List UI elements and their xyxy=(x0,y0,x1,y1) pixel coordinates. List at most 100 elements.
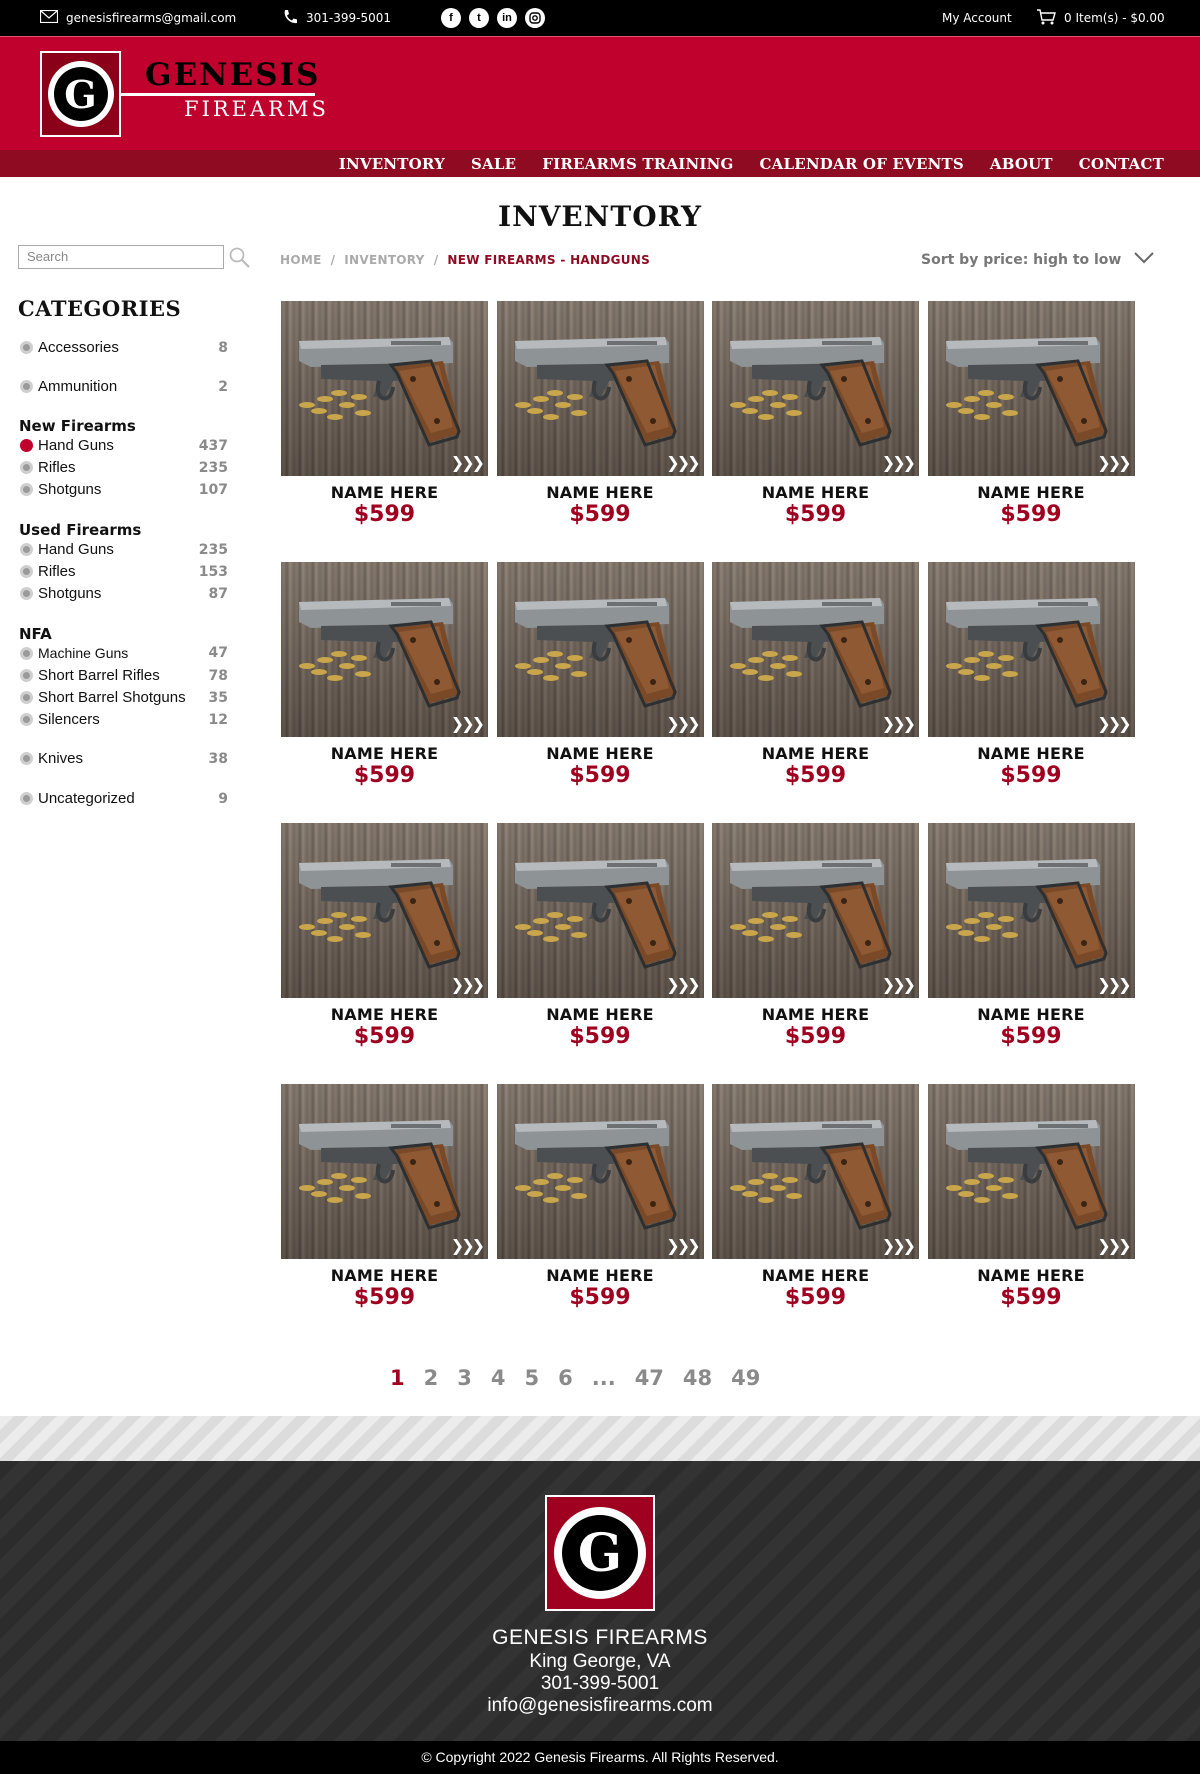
product-card[interactable]: ❯❯❯ NAME HERE $599 xyxy=(281,301,488,542)
pagination-page[interactable]: 1 xyxy=(390,1366,405,1390)
product-card[interactable]: ❯❯❯ NAME HERE $599 xyxy=(496,1084,704,1325)
my-account-link[interactable]: My Account xyxy=(942,0,1012,36)
product-card[interactable]: ❯❯❯ NAME HERE $599 xyxy=(496,562,704,803)
product-name[interactable]: NAME HERE xyxy=(281,744,488,763)
product-card[interactable]: ❯❯❯ NAME HERE $599 xyxy=(712,562,919,803)
product-name[interactable]: NAME HERE xyxy=(928,744,1135,763)
search-input[interactable]: Search xyxy=(18,245,224,269)
logo-wordmark-genesis: GENESIS xyxy=(145,57,321,93)
product-name[interactable]: NAME HERE xyxy=(281,1266,488,1285)
product-name[interactable]: NAME HERE xyxy=(712,483,919,502)
product-image[interactable]: ❯❯❯ xyxy=(281,301,488,476)
footer-logo[interactable]: G xyxy=(545,1495,655,1611)
product-image[interactable]: ❯❯❯ xyxy=(712,301,919,476)
product-card[interactable]: ❯❯❯ NAME HERE $599 xyxy=(281,823,488,1064)
product-image[interactable]: ❯❯❯ xyxy=(927,562,1135,737)
breadcrumb-inventory[interactable]: INVENTORY xyxy=(344,253,424,267)
category-label: Rifles xyxy=(38,459,76,476)
pagination-page[interactable]: 3 xyxy=(457,1366,472,1390)
category-item[interactable]: Ammunition 2 xyxy=(20,378,228,395)
product-name[interactable]: NAME HERE xyxy=(497,744,704,763)
pagination-page[interactable]: 4 xyxy=(491,1366,506,1390)
category-item[interactable]: Knives 38 xyxy=(20,750,228,767)
product-image[interactable]: ❯❯❯ xyxy=(927,1084,1135,1259)
category-item[interactable]: Machine Guns 47 xyxy=(20,645,228,661)
product-image[interactable]: ❯❯❯ xyxy=(712,562,919,737)
product-card[interactable]: ❯❯❯ NAME HERE $599 xyxy=(712,823,919,1064)
linkedin-icon[interactable]: in xyxy=(497,8,517,28)
product-card[interactable]: ❯❯❯ NAME HERE $599 xyxy=(496,301,704,542)
category-item[interactable]: Silencers 12 xyxy=(20,711,228,728)
search-icon[interactable] xyxy=(228,246,252,270)
product-name[interactable]: NAME HERE xyxy=(712,1266,919,1285)
product-card[interactable]: ❯❯❯ NAME HERE $599 xyxy=(927,301,1135,542)
category-item[interactable]: Short Barrel Rifles 78 xyxy=(20,667,228,684)
product-name[interactable]: NAME HERE xyxy=(928,483,1135,502)
product-image[interactable]: ❯❯❯ xyxy=(712,823,919,998)
category-item[interactable]: Hand Guns 235 xyxy=(20,541,228,558)
category-item[interactable]: Short Barrel Shotguns 35 xyxy=(20,689,228,706)
category-item[interactable]: Shotguns 107 xyxy=(20,481,228,498)
category-item[interactable]: Rifles 235 xyxy=(20,459,228,476)
pagination-page[interactable]: 48 xyxy=(683,1366,712,1390)
product-image[interactable]: ❯❯❯ xyxy=(927,823,1135,998)
nav-item-5[interactable]: ABOUT xyxy=(990,155,1053,173)
product-image[interactable]: ❯❯❯ xyxy=(496,1084,704,1259)
footer-email[interactable]: info@genesisfirearms.com xyxy=(0,1695,1200,1717)
product-card[interactable]: ❯❯❯ NAME HERE $599 xyxy=(712,301,919,542)
product-image[interactable]: ❯❯❯ xyxy=(712,1084,919,1259)
product-image[interactable]: ❯❯❯ xyxy=(281,823,488,998)
product-card[interactable]: ❯❯❯ NAME HERE $599 xyxy=(927,823,1135,1064)
product-price: $599 xyxy=(1000,502,1062,527)
cart-link[interactable]: 0 Item(s) - $0.00 xyxy=(1036,0,1165,36)
product-name[interactable]: NAME HERE xyxy=(281,1005,488,1024)
product-card[interactable]: ❯❯❯ NAME HERE $599 xyxy=(927,1084,1135,1325)
email-link[interactable]: genesisfirearms@gmail.com xyxy=(39,0,236,36)
pagination-page[interactable]: 49 xyxy=(731,1366,760,1390)
phone-link[interactable]: 301-399-5001 xyxy=(282,0,391,36)
footer-phone[interactable]: 301-399-5001 xyxy=(0,1673,1200,1695)
pagination-page[interactable]: 47 xyxy=(635,1366,664,1390)
instagram-icon[interactable] xyxy=(525,8,545,28)
product-image[interactable]: ❯❯❯ xyxy=(496,823,704,998)
category-item[interactable]: Uncategorized 9 xyxy=(20,790,228,807)
product-image[interactable]: ❯❯❯ xyxy=(927,301,1135,476)
product-card[interactable]: ❯❯❯ NAME HERE $599 xyxy=(927,562,1135,803)
product-card[interactable]: ❯❯❯ NAME HERE $599 xyxy=(712,1084,919,1325)
nav-item-3[interactable]: FIREARMS TRAINING xyxy=(542,155,733,173)
category-count: 8 xyxy=(218,339,228,356)
product-image[interactable]: ❯❯❯ xyxy=(281,562,488,737)
category-item[interactable]: Accessories 8 xyxy=(20,339,228,356)
product-image[interactable]: ❯❯❯ xyxy=(496,562,704,737)
pagination-page[interactable]: 2 xyxy=(424,1366,439,1390)
product-card[interactable]: ❯❯❯ NAME HERE $599 xyxy=(281,1084,488,1325)
category-item[interactable]: Hand Guns 437 xyxy=(20,437,228,454)
product-name[interactable]: NAME HERE xyxy=(928,1266,1135,1285)
product-name[interactable]: NAME HERE xyxy=(712,1005,919,1024)
product-card[interactable]: ❯❯❯ NAME HERE $599 xyxy=(496,823,704,1064)
site-logo[interactable]: G xyxy=(40,51,121,137)
product-name[interactable]: NAME HERE xyxy=(281,483,488,502)
breadcrumb-home[interactable]: HOME xyxy=(280,253,322,267)
product-name[interactable]: NAME HERE xyxy=(497,1266,704,1285)
product-name[interactable]: NAME HERE xyxy=(497,483,704,502)
product-name[interactable]: NAME HERE xyxy=(497,1005,704,1024)
footer-company-name: GENESIS FIREARMS xyxy=(492,1626,708,1649)
product-image[interactable]: ❯❯❯ xyxy=(281,1084,488,1259)
sort-dropdown[interactable]: Sort by price: high to low xyxy=(921,251,1155,269)
product-name[interactable]: NAME HERE xyxy=(928,1005,1135,1024)
facebook-icon[interactable]: f xyxy=(441,8,461,28)
nav-item-2[interactable]: SALE xyxy=(471,155,516,173)
product-card[interactable]: ❯❯❯ NAME HERE $599 xyxy=(281,562,488,803)
pagination-page[interactable]: 5 xyxy=(525,1366,540,1390)
category-item[interactable]: Shotguns 87 xyxy=(20,585,228,602)
product-image[interactable]: ❯❯❯ xyxy=(496,301,704,476)
nav-item-6[interactable]: CONTACT xyxy=(1079,155,1164,173)
pagination-page[interactable]: 6 xyxy=(558,1366,573,1390)
nav-item-1[interactable]: INVENTORY xyxy=(339,155,445,173)
category-item[interactable]: Rifles 153 xyxy=(20,563,228,580)
product-name[interactable]: NAME HERE xyxy=(712,744,919,763)
nav-item-4[interactable]: CALENDAR OF EVENTS xyxy=(760,155,964,173)
category-count: 153 xyxy=(198,563,228,580)
twitter-icon[interactable]: t xyxy=(469,8,489,28)
